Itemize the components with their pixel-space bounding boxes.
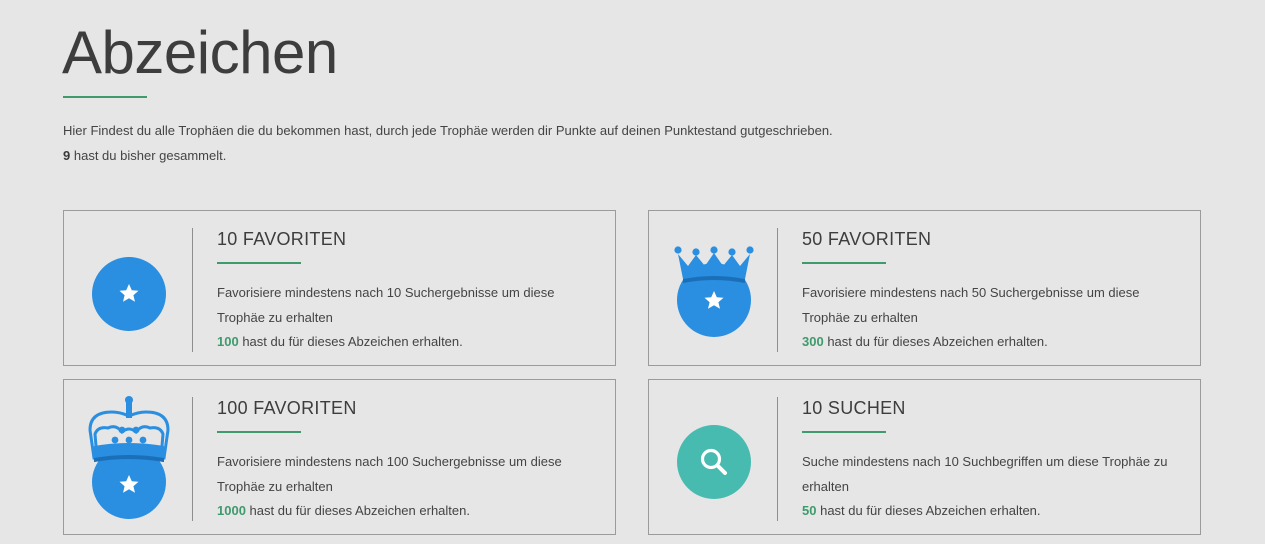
badge-card-10-favoriten: 10 FAVORITEN Favorisiere mindestens nach… [63,210,616,366]
badge-points-suffix: hast du für dieses Abzeichen erhalten. [249,503,470,518]
badge-title: 50 FAVORITEN [802,229,932,249]
badge-points: 50 [802,503,817,518]
badge-card-10-suchen: 10 SUCHEN Suche mindestens nach 10 Suchb… [648,379,1201,535]
badge-description: Suche mindestens nach 10 Suchbegriffen u… [802,454,1168,494]
badge-title-underline [217,431,301,433]
badge-points-line: 1000 hast du für dieses Abzeichen erhalt… [217,498,470,523]
page-title: Abzeichen [62,19,338,86]
badge-points-line: 300 hast du für dieses Abzeichen erhalte… [802,329,1048,354]
royal-crown-star-badge-icon [88,396,170,519]
badge-points-suffix: hast du für dieses Abzeichen erhalten. [820,503,1041,518]
collected-line: 9 hast du bisher gesammelt. [63,143,833,168]
badge-description: Favorisiere mindestens nach 10 Suchergeb… [217,285,555,325]
collected-suffix: hast du bisher gesammelt. [73,148,227,163]
collected-count: 9 [63,148,71,163]
badge-title: 100 FAVORITEN [217,398,357,418]
badge-title-underline [217,262,301,264]
badge-points: 1000 [217,503,246,518]
search-badge-icon [677,425,751,499]
badge-points: 100 [217,334,239,349]
card-divider [192,228,193,352]
crown-star-badge-icon [674,246,754,337]
intro-line: Hier Findest du alle Trophäen die du bek… [63,123,833,138]
badge-title: 10 FAVORITEN [217,229,347,249]
badge-points-line: 50 hast du für dieses Abzeichen erhalten… [802,498,1041,523]
badge-icon-area [649,380,777,534]
title-underline [63,96,147,98]
badge-points-line: 100 hast du für dieses Abzeichen erhalte… [217,329,463,354]
badge-points: 300 [802,334,824,349]
badge-points-suffix: hast du für dieses Abzeichen erhalten. [242,334,463,349]
card-divider [192,397,193,521]
intro-text: Hier Findest du alle Trophäen die du bek… [63,118,833,168]
star-badge-icon [92,257,166,331]
badge-points-suffix: hast du für dieses Abzeichen erhalten. [827,334,1048,349]
badge-card-50-favoriten: 50 FAVORITEN Favorisiere mindestens nach… [648,210,1201,366]
badge-icon-area [64,380,192,534]
badge-description: Favorisiere mindestens nach 50 Suchergeb… [802,285,1140,325]
badge-card-100-favoriten: 100 FAVORITEN Favorisiere mindestens nac… [63,379,616,535]
badge-icon-area [64,211,192,365]
badge-title-underline [802,262,886,264]
card-divider [777,397,778,521]
badge-title-underline [802,431,886,433]
badge-icon-area [649,211,777,365]
badge-title: 10 SUCHEN [802,398,906,418]
badge-description: Favorisiere mindestens nach 100 Sucherge… [217,454,562,494]
card-divider [777,228,778,352]
